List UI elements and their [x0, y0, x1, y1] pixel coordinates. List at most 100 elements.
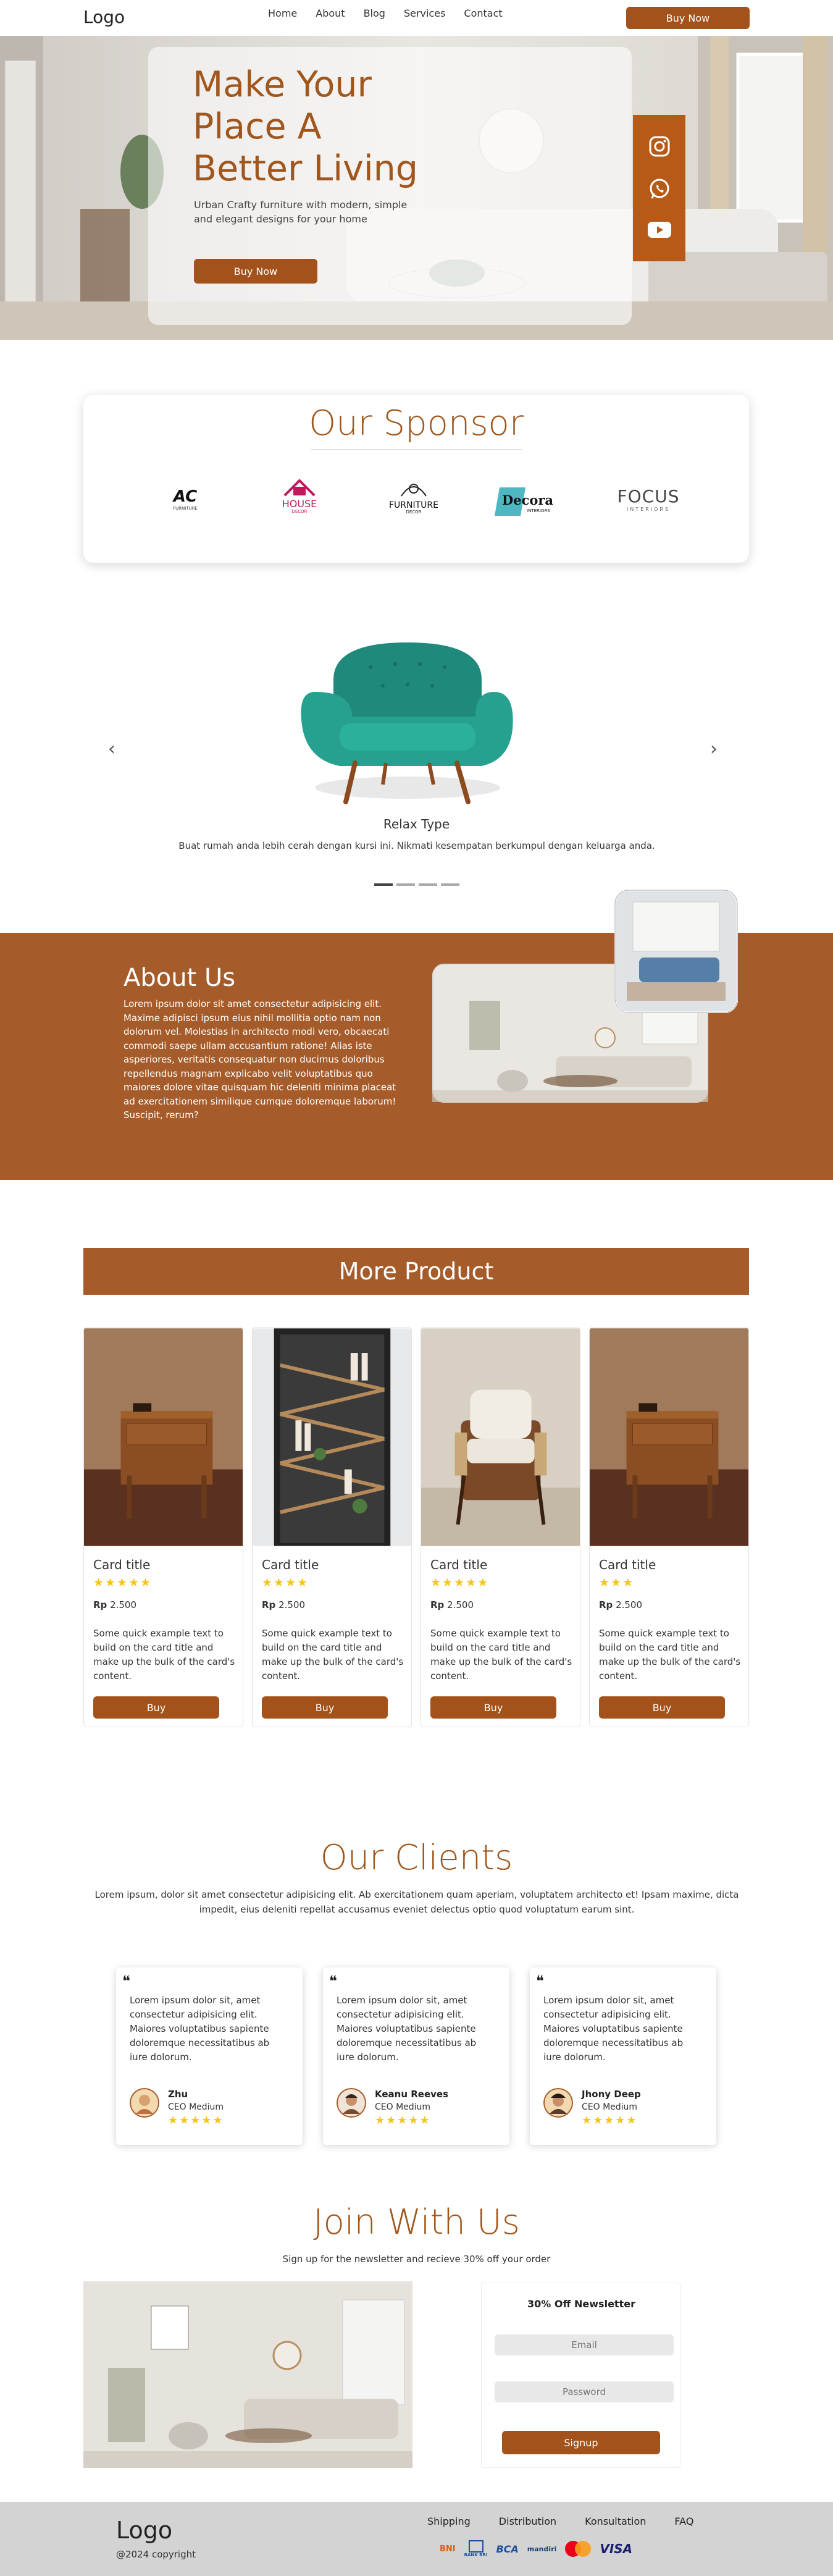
nav-buy-now-button[interactable]: Buy Now [626, 7, 750, 29]
product-rating-stars: ★★★★★ [93, 1576, 153, 1589]
footer: Logo @2024 copyright Shipping Distributi… [0, 2502, 833, 2576]
join-title: Join With Us [313, 2202, 520, 2242]
join-subtitle: Sign up for the newsletter and recieve 3… [282, 2254, 551, 2265]
bni-logo: BNI [440, 2544, 456, 2554]
hero-buy-now-button[interactable]: Buy Now [194, 259, 317, 284]
quote-icon: ❝ [536, 1972, 544, 1990]
product-card-title: Card title [430, 1557, 488, 1572]
footer-link-konsultation[interactable]: Konsultation [585, 2515, 646, 2527]
product-rating-stars: ★★★★★ [430, 1576, 490, 1589]
testimonial-name: Jhony Deep [582, 2089, 641, 2100]
product-rating-stars: ★★★ [599, 1576, 635, 1589]
carousel-prev-icon[interactable]: ‹ [108, 738, 115, 760]
product-image-nightstand [590, 1328, 748, 1546]
product-image-nightstand [84, 1328, 243, 1546]
product-price: Rp 2.500 [93, 1599, 137, 1610]
product-buy-button[interactable]: Buy [93, 1696, 219, 1719]
clients-intro: Lorem ipsum, dolor sit amet consectetur … [94, 1889, 739, 1915]
testimonial-card: ❝ Lorem ipsum dolor sit, amet consectetu… [323, 1968, 509, 2145]
top-nav: Logo Home About Blog Services Contact Bu… [0, 0, 833, 36]
product-image-bookshelf [253, 1328, 411, 1546]
product-price: Rp 2.500 [430, 1599, 474, 1610]
about-small-room-image [614, 890, 738, 1013]
carousel-indicator-2[interactable] [396, 883, 415, 886]
product-buy-button[interactable]: Buy [430, 1696, 556, 1719]
nav-link-home[interactable]: Home [268, 7, 297, 19]
nav-link-about[interactable]: About [316, 7, 345, 19]
newsletter-title: 30% Off Newsletter [527, 2298, 635, 2310]
nav-link-blog[interactable]: Blog [364, 7, 385, 19]
product-card: Card title ★★★★★ Rp 2.500 Some quick exa… [421, 1327, 580, 1727]
hero-section: Make Your Place A Better Living Urban Cr… [0, 36, 833, 340]
testimonial-text: Lorem ipsum dolor sit, amet consectetur … [337, 1995, 477, 2063]
testimonial-rating-stars: ★★★★★ [375, 2114, 431, 2127]
avatar [543, 2088, 573, 2118]
youtube-icon[interactable] [647, 221, 672, 242]
quote-icon: ❝ [329, 1972, 337, 1990]
teal-armchair-image [301, 642, 513, 804]
footer-logo[interactable]: Logo [116, 2517, 172, 2544]
payment-logos: BNI BANK BRI BCA mandiri VISA [440, 2540, 632, 2557]
hero-subtitle: Urban Crafty furniture with modern, simp… [194, 199, 408, 225]
testimonial-text: Lorem ipsum dolor sit, amet consectetur … [130, 1995, 270, 2063]
email-field[interactable] [495, 2334, 674, 2355]
footer-link-distribution[interactable]: Distribution [499, 2515, 556, 2527]
furniture-logo: FURNITURE DECOR [380, 481, 448, 524]
product-price: Rp 2.500 [262, 1599, 306, 1610]
carousel-indicator-1[interactable] [374, 883, 393, 886]
testimonial-role: CEO Medium [375, 2102, 431, 2112]
about-section: About Us Lorem ipsum dolor sit amet cons… [0, 890, 833, 1180]
product-card-title: Card title [599, 1557, 656, 1572]
bca-logo: BCA [496, 2543, 519, 2555]
product-card-title: Card title [262, 1557, 319, 1572]
instagram-icon[interactable] [648, 135, 671, 160]
testimonial-name: Keanu Reeves [375, 2089, 449, 2100]
product-description: Some quick example text to build on the … [262, 1628, 404, 1682]
testimonial-role: CEO Medium [582, 2102, 638, 2112]
product-price: Rp 2.500 [599, 1599, 643, 1610]
carousel-indicators [374, 883, 459, 886]
product-buy-button[interactable]: Buy [599, 1696, 725, 1719]
testimonial-text: Lorem ipsum dolor sit, amet consectetur … [543, 1995, 684, 2063]
testimonial-card: ❝ Lorem ipsum dolor sit, amet consectetu… [530, 1968, 716, 2145]
sponsor-title: Our Sponsor [309, 403, 524, 444]
testimonial-card: ❝ Lorem ipsum dolor sit, amet consectetu… [116, 1968, 303, 2145]
product-card: Card title ★★★ Rp 2.500 Some quick examp… [589, 1327, 749, 1727]
password-field[interactable] [495, 2381, 674, 2402]
avatar [130, 2088, 159, 2118]
testimonial-role: CEO Medium [168, 2102, 224, 2112]
carousel-slide-title: Relax Type [383, 817, 450, 831]
carousel-next-icon[interactable]: › [710, 738, 718, 760]
ac-furniture-logo: AC FURNITURE [172, 487, 198, 511]
footer-link-faq[interactable]: FAQ [674, 2515, 693, 2527]
nav-link-contact[interactable]: Contact [464, 7, 502, 19]
social-sidebar [633, 115, 685, 261]
newsletter-form: 30% Off Newsletter Signup [481, 2283, 680, 2468]
quote-icon: ❝ [122, 1972, 130, 1990]
footer-links: Shipping Distribution Konsultation FAQ [427, 2515, 693, 2527]
product-card: Card title ★★★★★ Rp 2.500 Some quick exa… [83, 1327, 243, 1727]
about-title: About Us [123, 964, 236, 992]
join-living-room-image [83, 2281, 412, 2468]
focus-interiors-logo: FOCUS INTERIORS [617, 486, 680, 512]
nav-link-services[interactable]: Services [404, 7, 445, 19]
footer-copyright: @2024 copyright [116, 2549, 196, 2560]
product-buy-button[interactable]: Buy [262, 1696, 388, 1719]
whatsapp-icon[interactable] [648, 178, 671, 203]
avatar [337, 2088, 366, 2118]
sponsor-section: Our Sponsor AC FURNITURE HOUSE DECOR FUR… [83, 395, 749, 563]
carousel-indicator-4[interactable] [441, 883, 459, 886]
decora-logo: Decora INTERIORS [494, 487, 571, 521]
product-rating-stars: ★★★★ [262, 1576, 309, 1589]
carousel-slide-caption: Buat rumah anda lebih cerah dengan kursi… [178, 840, 655, 851]
carousel-indicator-3[interactable] [419, 883, 437, 886]
house-decor-logo: HOUSE DECOR [262, 478, 337, 521]
signup-button[interactable]: Signup [502, 2431, 660, 2454]
product-card: Card title ★★★★ Rp 2.500 Some quick exam… [252, 1327, 412, 1727]
clients-title: Our Clients [320, 1838, 513, 1878]
about-body: Lorem ipsum dolor sit amet consectetur a… [123, 998, 396, 1121]
footer-link-shipping[interactable]: Shipping [427, 2515, 471, 2527]
visa-logo: VISA [600, 2541, 633, 2556]
nav-logo[interactable]: Logo [83, 7, 125, 27]
product-card-title: Card title [93, 1557, 151, 1572]
